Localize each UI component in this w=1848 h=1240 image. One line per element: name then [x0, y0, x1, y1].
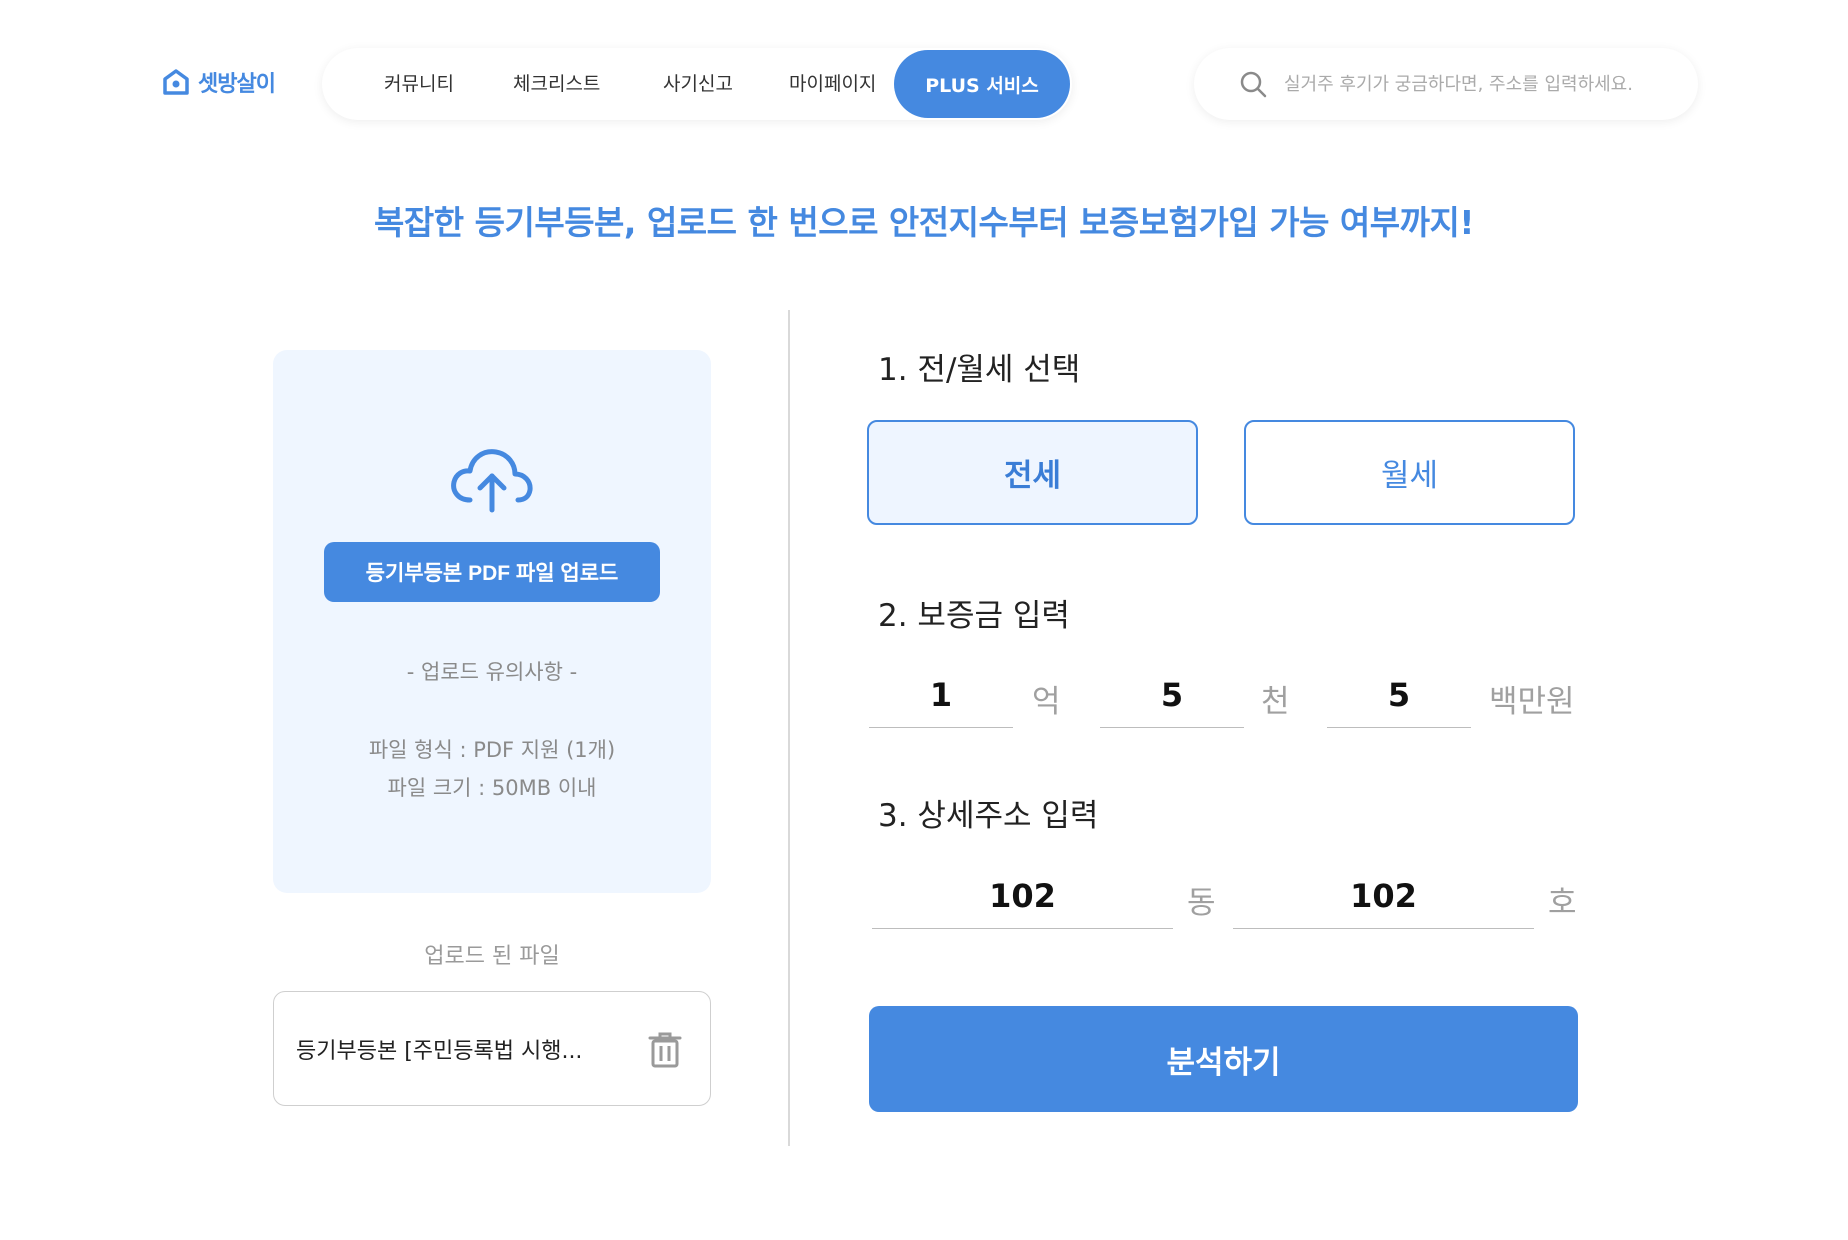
analyze-button[interactable]: 분석하기: [869, 1006, 1578, 1112]
home-logo-icon: [163, 69, 189, 95]
step2-title: 2. 보증금 입력: [878, 598, 1070, 634]
deposit-cheon-unit: 천: [1261, 684, 1290, 720]
step3-title: 3. 상세주소 입력: [878, 798, 1099, 834]
step1-title: 1. 전/월세 선택: [878, 352, 1081, 388]
search-icon[interactable]: [1238, 69, 1268, 99]
upload-notice-format: 파일 형식 : PDF 지원 (1개): [368, 738, 616, 762]
deposit-baekman-unit: 백만원: [1489, 684, 1575, 720]
logo[interactable]: 셋방살이: [162, 66, 276, 98]
column-divider: [788, 310, 790, 1146]
main-nav: 커뮤니티 체크리스트 사기신고 마이페이지 PLUS 서비스: [322, 48, 1072, 120]
page-headline: 복잡한 등기부등본, 업로드 한 번으로 안전지수부터 보증보험가입 가능 여부…: [374, 203, 1474, 242]
deposit-eok-input[interactable]: 1: [869, 676, 1013, 728]
uploaded-file-name: 등기부등본 [주민등록법 시행...: [296, 1038, 583, 1064]
upload-pdf-button[interactable]: 등기부등본 PDF 파일 업로드: [324, 542, 660, 602]
deposit-baekman-input[interactable]: 5: [1327, 676, 1471, 728]
cloud-upload-icon: [451, 449, 533, 513]
search-input[interactable]: [1284, 73, 1684, 95]
search-bar: [1194, 48, 1698, 120]
plus-service-button[interactable]: PLUS 서비스: [894, 50, 1070, 118]
trash-icon[interactable]: [648, 1032, 682, 1068]
address-ho-unit: 호: [1548, 885, 1577, 921]
deposit-eok-unit: 억: [1032, 684, 1061, 720]
nav-item-community[interactable]: 커뮤니티: [384, 48, 454, 120]
nav-item-mypage[interactable]: 마이페이지: [789, 48, 876, 120]
upload-notice-title: - 업로드 유의사항 -: [406, 660, 578, 684]
nav-item-checklist[interactable]: 체크리스트: [513, 48, 600, 120]
nav-item-fraud-report[interactable]: 사기신고: [663, 48, 733, 120]
upload-notice-size: 파일 크기 : 50MB 이내: [387, 776, 597, 800]
address-dong-input[interactable]: 102: [872, 877, 1173, 929]
address-ho-input[interactable]: 102: [1233, 877, 1534, 929]
address-dong-unit: 동: [1187, 885, 1216, 921]
option-jeonse-button[interactable]: 전세: [867, 420, 1198, 525]
deposit-cheon-input[interactable]: 5: [1100, 676, 1244, 728]
option-wolse-button[interactable]: 월세: [1244, 420, 1575, 525]
uploaded-file-item: 등기부등본 [주민등록법 시행...: [273, 991, 711, 1106]
uploaded-files-label: 업로드 된 파일: [424, 944, 560, 969]
upload-dropzone[interactable]: 등기부등본 PDF 파일 업로드 - 업로드 유의사항 - 파일 형식 : PD…: [273, 350, 711, 893]
logo-text: 셋방살이: [198, 72, 276, 97]
